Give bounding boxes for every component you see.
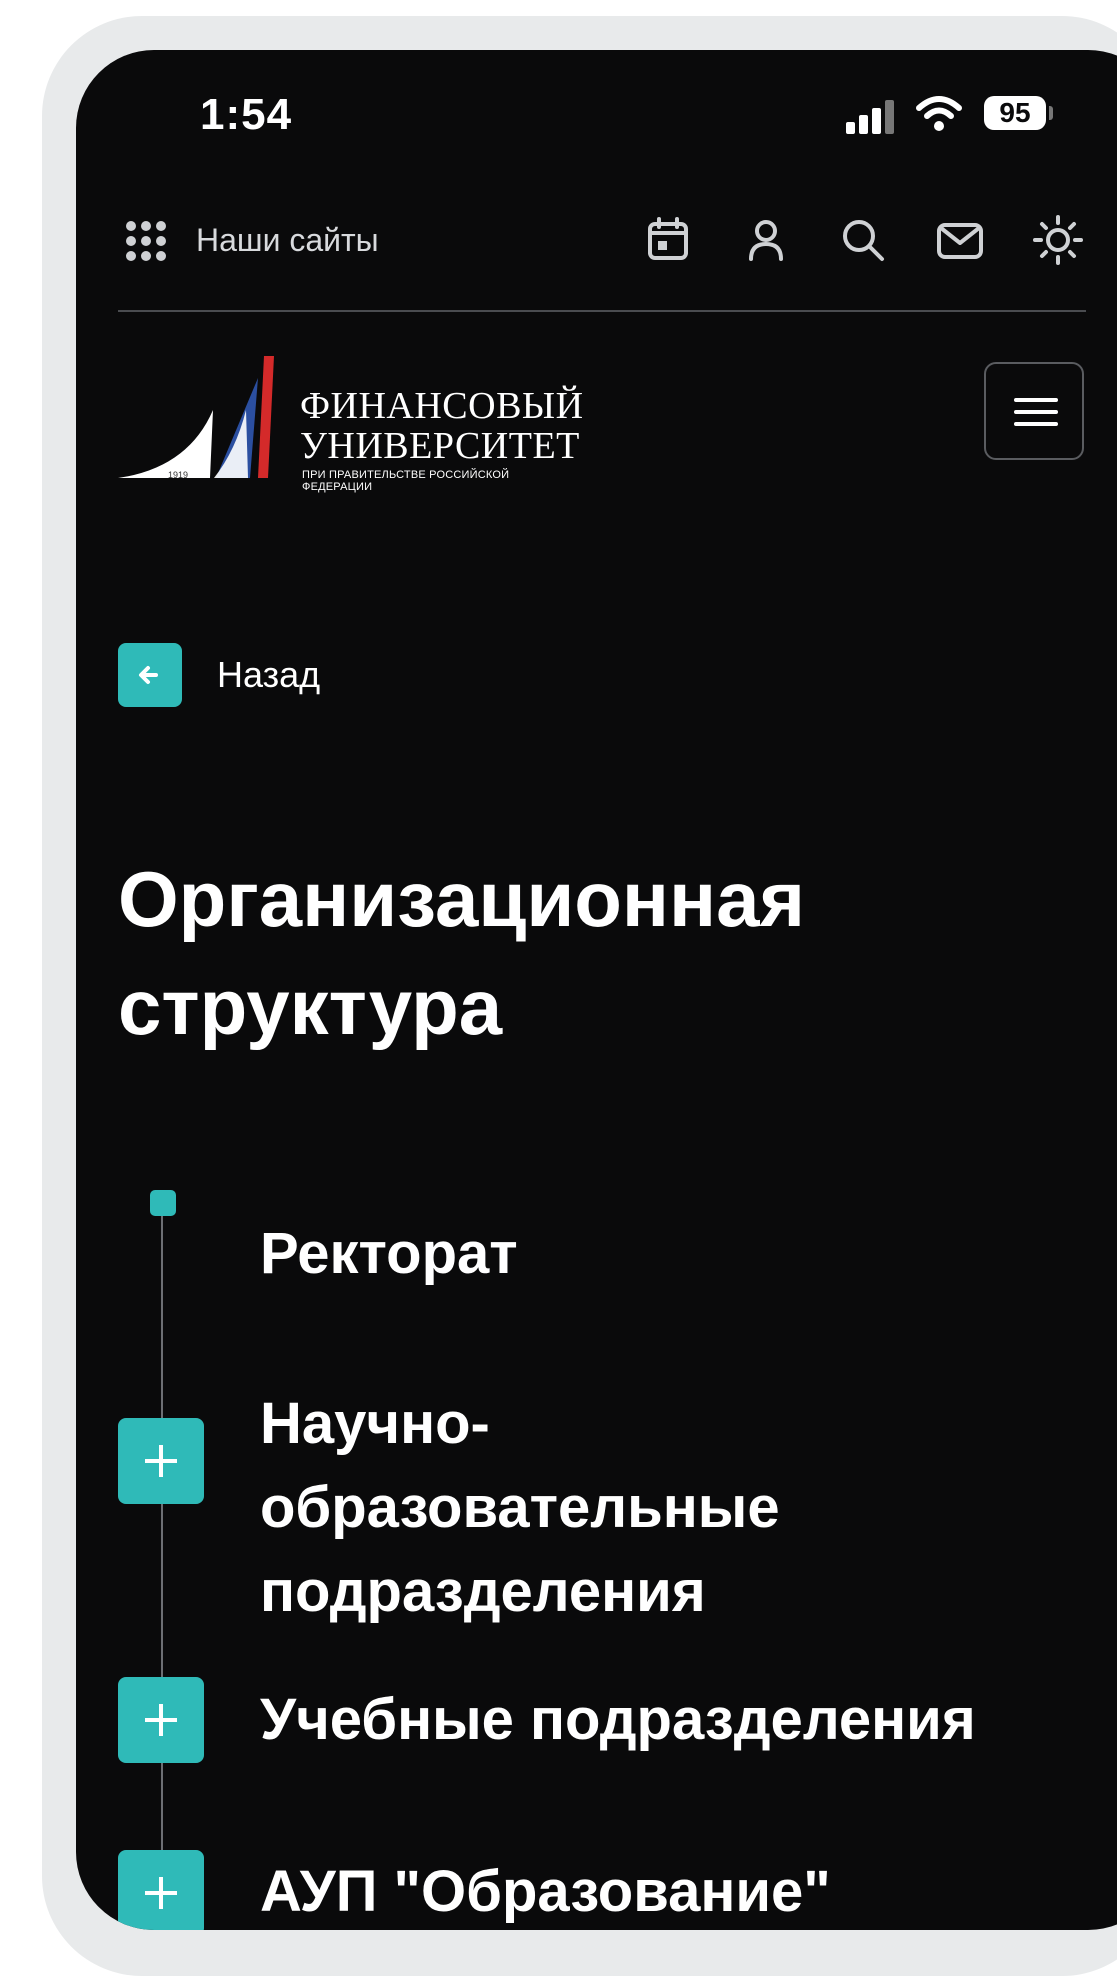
- phone-screen: 1:54 95 Наши сайты 1919 ФИНАНСОВЫЙ УНИВЕ…: [76, 50, 1117, 1930]
- expand-button-aup-education[interactable]: [118, 1850, 204, 1930]
- tree-item-aup-education[interactable]: АУП "Образование": [260, 1850, 831, 1930]
- header-divider: [118, 310, 1086, 312]
- our-sites-link[interactable]: Наши сайты: [196, 222, 379, 259]
- search-icon[interactable]: [837, 214, 889, 266]
- calendar-icon[interactable]: [642, 214, 694, 266]
- logo-emblem-icon: [118, 356, 274, 478]
- expand-button-academic[interactable]: [118, 1677, 204, 1763]
- university-logo[interactable]: 1919 ФИНАНСОВЫЙ УНИВЕРСИТЕТ ПРИ ПРАВИТЕЛ…: [118, 350, 583, 493]
- expand-button-research-education[interactable]: [118, 1418, 204, 1504]
- wifi-icon: [916, 96, 962, 131]
- page-title: Организационная структура: [118, 855, 806, 1051]
- cellular-signal-icon: [846, 100, 894, 134]
- battery-indicator: 95: [984, 96, 1046, 130]
- tree-connector-line: [161, 1205, 163, 1930]
- arrow-left-icon: [139, 666, 158, 684]
- back-button[interactable]: [118, 643, 182, 707]
- back-link[interactable]: Назад: [217, 654, 320, 696]
- grid-icon[interactable]: [126, 221, 166, 261]
- tree-item-research-education[interactable]: Научно- образовательные подразделения: [260, 1382, 860, 1634]
- user-icon[interactable]: [740, 214, 792, 266]
- tree-node-marker: [150, 1190, 176, 1216]
- battery-tip: [1049, 106, 1053, 120]
- logo-line-3: ПРИ ПРАВИТЕЛЬСТВЕ РОССИЙСКОЙ ФЕДЕРАЦИИ: [302, 469, 510, 493]
- sun-icon[interactable]: [1032, 214, 1084, 266]
- menu-button[interactable]: [984, 362, 1084, 460]
- logo-line-2: УНИВЕРСИТЕТ: [300, 425, 580, 467]
- menu-icon: [1014, 398, 1058, 402]
- logo-line-1: ФИНАНСОВЫЙ: [300, 385, 584, 427]
- mail-icon[interactable]: [934, 214, 986, 266]
- status-time: 1:54: [200, 90, 293, 139]
- tree-item-rectorate[interactable]: Ректорат: [260, 1212, 518, 1296]
- tree-item-academic[interactable]: Учебные подразделения: [260, 1678, 976, 1762]
- logo-year: 1919: [168, 470, 189, 480]
